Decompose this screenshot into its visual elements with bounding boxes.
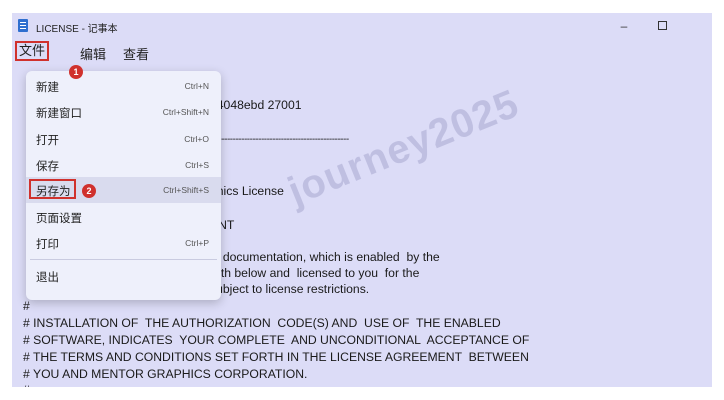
menu-item-label: 新建窗口	[36, 108, 82, 120]
menu-item-shortcut: Ctrl+Shift+N	[162, 107, 209, 117]
menu-item-exit[interactable]: 退出	[26, 263, 221, 289]
menu-item-label: 打印	[36, 239, 59, 251]
menu-item-label: 页面设置	[36, 213, 82, 225]
menu-item-save[interactable]: 保存 Ctrl+S	[26, 152, 221, 178]
menu-item-print[interactable]: 打印 Ctrl+P	[26, 230, 221, 256]
editor-line: y documentation, which is enabled by the	[210, 250, 440, 264]
menu-item-save-as[interactable]: 另存为 Ctrl+Shift+S	[26, 177, 221, 203]
menu-item-shortcut: Ctrl+N	[184, 81, 209, 91]
step-badge-1: 1	[69, 65, 83, 79]
menu-view[interactable]: 查看	[123, 44, 149, 63]
menu-item-shortcut: Ctrl+S	[185, 160, 209, 170]
maximize-button[interactable]	[648, 17, 676, 35]
minimize-button[interactable]: –	[610, 17, 638, 35]
step-badge-2: 2	[82, 184, 96, 198]
menu-item-shortcut: Ctrl+P	[185, 238, 209, 248]
editor-line: # SOFTWARE, INDICATES YOUR COMPLETE AND …	[23, 333, 530, 347]
menu-item-new[interactable]: 新建 Ctrl+N	[26, 73, 221, 99]
menu-edit[interactable]: 编辑	[80, 44, 106, 63]
notepad-icon	[18, 19, 28, 32]
menu-file[interactable]: 文件	[15, 41, 49, 61]
maximize-icon	[657, 21, 667, 30]
menu-bar: 文件 编辑 查看	[12, 41, 712, 63]
menu-item-label: 退出	[36, 272, 59, 284]
menu-item-label: 保存	[36, 161, 59, 173]
editor-line: 34048ebd 27001	[210, 98, 302, 112]
menu-item-new-window[interactable]: 新建窗口 Ctrl+Shift+N	[26, 99, 221, 125]
menu-item-label: 新建	[36, 82, 59, 94]
menu-item-open[interactable]: 打开 Ctrl+O	[26, 126, 221, 152]
window-title: LICENSE - 记事本	[36, 24, 118, 35]
menu-item-shortcut: Ctrl+O	[184, 134, 209, 144]
menu-item-label: 打开	[36, 135, 59, 147]
file-menu-dropdown: 新建 Ctrl+N 新建窗口 Ctrl+Shift+N 打开 Ctrl+O 保存…	[26, 71, 221, 300]
menu-item-label: 另存为	[36, 186, 71, 198]
editor-line: ----------------------------------------…	[210, 134, 349, 145]
editor-line: #	[23, 299, 30, 313]
menu-item-page-setup[interactable]: 页面设置	[26, 204, 221, 230]
editor-line: phics License	[210, 184, 284, 198]
title-bar: LICENSE - 记事本 –	[12, 13, 712, 39]
notepad-window: LICENSE - 记事本 – 文件 编辑 查看 34048ebd 27001 …	[12, 13, 712, 387]
editor-line: orth below and licensed to you for the	[210, 266, 420, 280]
editor-line: # THE TERMS AND CONDITIONS SET FORTH IN …	[23, 350, 529, 364]
editor-line: # INSTALLATION OF THE AUTHORIZATION CODE…	[23, 316, 501, 330]
editor-line: #	[23, 383, 30, 387]
editor-line: subject to license restrictions.	[210, 282, 370, 296]
menu-item-shortcut: Ctrl+Shift+S	[163, 185, 209, 195]
editor-line: # YOU AND MENTOR GRAPHICS CORPORATION.	[23, 367, 308, 381]
menu-separator	[30, 259, 217, 260]
